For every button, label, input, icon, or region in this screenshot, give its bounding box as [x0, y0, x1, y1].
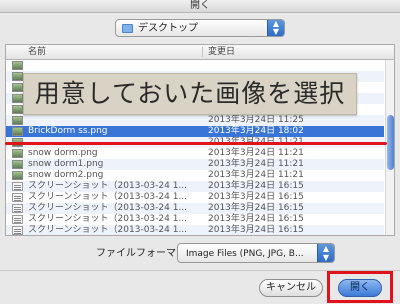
document-file-icon [12, 182, 23, 191]
file-name: snow dorm1.png [28, 159, 104, 169]
document-file-icon [12, 193, 23, 202]
image-file-icon [12, 116, 23, 125]
file-name: スクリーンショット（2013-03-24 1... [28, 203, 188, 213]
annotation-underline [5, 142, 387, 145]
file-date: 2013年3月24日 11:21 [208, 170, 304, 180]
document-file-icon [12, 204, 23, 213]
file-date: 2013年3月24日 11:21 [208, 159, 304, 169]
file-row[interactable]: snow dorm1.png 2013年3月24日 11:21 [6, 159, 384, 170]
annotation-banner: 用意しておいた画像を選択 [23, 73, 357, 115]
location-label: デスクトップ [138, 23, 198, 34]
file-row[interactable]: スクリーンショット（2013-03-24 1... 2013年3月24日 16:1… [6, 203, 384, 214]
format-selected: Image Files (PNG, JPG, B... [186, 249, 304, 259]
column-modified-header[interactable]: 変更日 [208, 45, 235, 59]
image-file-icon [12, 72, 23, 81]
file-date: 2013年3月24日 16:15 [208, 181, 304, 191]
file-name: スクリーンショット（2013-03-24 1... [28, 214, 188, 224]
file-date: 2013年3月24日 16:15 [208, 225, 304, 235]
file-row[interactable]: snow dorm.png 2013年3月24日 11:21 [6, 148, 384, 159]
column-header: 名前 変更日 [6, 45, 394, 60]
file-row[interactable]: スクリーンショット（2013-03-24 1... 2013年3月24日 16:1… [6, 181, 384, 192]
file-date: 2013年3月24日 16:15 [208, 203, 304, 213]
vertical-scrollbar[interactable] [385, 60, 394, 235]
file-name: snow dorm.png [28, 148, 98, 158]
location-dropdown[interactable]: デスクトップ ▲ ▼ [115, 19, 285, 37]
column-divider [202, 47, 203, 57]
image-file-icon [12, 149, 23, 158]
image-file-icon [12, 105, 23, 114]
file-name: スクリーンショット（2013-03-24 1... [28, 225, 188, 235]
file-date: 2013年3月24日 11:25 [208, 115, 304, 125]
updown-arrow-icon: ▲ ▼ [317, 244, 334, 262]
image-file-icon [12, 83, 23, 92]
cancel-button[interactable]: キャンセル [259, 279, 323, 297]
document-file-icon [12, 226, 23, 235]
window-title: 開く [0, 0, 400, 13]
file-name: スクリーンショット（2013-03-24 1... [28, 181, 188, 191]
file-name: BrickDorm ss.png [28, 126, 108, 136]
file-name: snow dorm2.png [28, 170, 104, 180]
file-row[interactable] [6, 60, 384, 71]
file-date: 2013年3月24日 18:02 [208, 126, 304, 136]
updown-arrow-icon: ▲ ▼ [267, 20, 284, 36]
file-row[interactable]: snow dorm2.png 2013年3月24日 11:21 [6, 170, 384, 181]
file-date: 2013年3月24日 11:21 [208, 148, 304, 158]
file-row[interactable]: スクリーンショット（2013-03-24 1... 2013年3月24日 16:1… [6, 225, 384, 235]
file-date: 2013年3月24日 16:15 [208, 192, 304, 202]
image-file-icon [12, 171, 23, 180]
file-row[interactable]: スクリーンショット（2013-03-24 1... 2013年3月24日 16:1… [6, 214, 384, 225]
image-file-icon [12, 127, 23, 136]
file-date: 2013年3月24日 16:15 [208, 214, 304, 224]
location-bar: デスクトップ ▲ ▼ [0, 13, 400, 43]
file-row-selected[interactable]: BrickDorm ss.png 2013年3月24日 18:02 [6, 126, 384, 137]
column-name-header[interactable]: 名前 [28, 45, 46, 59]
format-dropdown[interactable]: Image Files (PNG, JPG, B... ▲ ▼ [177, 243, 335, 263]
image-file-icon [12, 61, 23, 70]
file-name: スクリーンショット（2013-03-24 1... [28, 192, 188, 202]
file-row[interactable]: 2013年3月24日 11:25 [6, 115, 384, 126]
image-file-icon [12, 160, 23, 169]
scrollbar-thumb[interactable] [387, 115, 394, 170]
image-file-icon [12, 94, 23, 103]
open-button-highlight [327, 271, 393, 303]
document-file-icon [12, 215, 23, 224]
format-area: ファイルフォーマット： Image Files (PNG, JPG, B... … [0, 238, 400, 268]
folder-icon [122, 24, 133, 33]
file-row[interactable]: スクリーンショット（2013-03-24 1... 2013年3月24日 16:1… [6, 192, 384, 203]
